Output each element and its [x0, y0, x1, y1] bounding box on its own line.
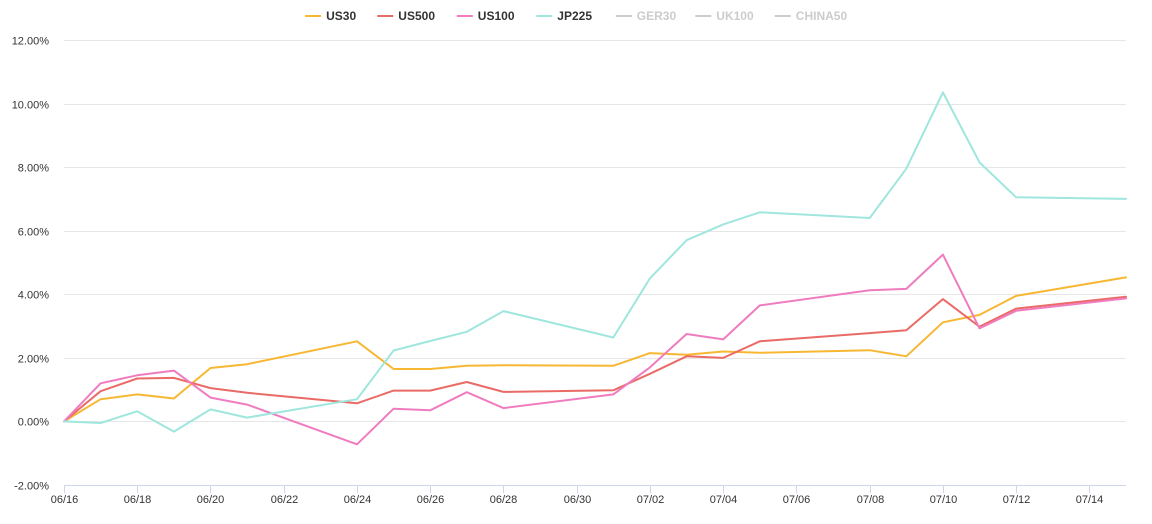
series-line-us100[interactable]	[63, 253, 1127, 446]
x-tick-label: 06/22	[271, 494, 299, 506]
legend-label: JP225	[557, 9, 592, 23]
x-tick-label: 07/04	[710, 494, 738, 506]
legend: US30 US500 US100 JP225 GER30 UK100 CHINA50	[305, 9, 847, 23]
legend-item-ger30[interactable]: GER30	[615, 9, 677, 23]
grid-lines	[64, 40, 1126, 486]
legend-item-us500[interactable]: US500	[377, 9, 435, 23]
legend-item-us100[interactable]: US100	[456, 9, 515, 23]
legend-label: UK100	[716, 9, 754, 23]
legend-label: US500	[398, 9, 435, 23]
x-tick-label: 06/16	[51, 494, 79, 506]
y-tick-label: 6.00%	[18, 227, 49, 239]
x-tick-label: 07/02	[637, 494, 665, 506]
y-axis: -2.00% 0.00% 2.00% 4.00% 6.00% 8.00% 10.00% 12.…	[12, 36, 50, 493]
y-tick-label: 10.00%	[12, 100, 50, 112]
legend-item-china50[interactable]: CHINA50	[774, 9, 848, 23]
legend-label: US30	[326, 9, 356, 23]
x-tick-label: 06/26	[417, 494, 445, 506]
y-tick-label: 8.00%	[18, 163, 49, 175]
x-tick-label: 06/28	[490, 494, 518, 506]
legend-item-jp225[interactable]: JP225	[536, 9, 592, 23]
x-tick-label: 06/18	[124, 494, 152, 506]
x-axis: 06/16 06/18 06/20 06/22 06/24 06/26 06/28 06/30…	[51, 485, 1126, 506]
x-tick-label: 07/10	[930, 494, 958, 506]
series-line-us500[interactable]	[63, 295, 1127, 423]
series-lines	[63, 91, 1127, 446]
x-tick-label: 07/06	[783, 494, 811, 506]
y-tick-label: 0.00%	[18, 417, 49, 429]
legend-label: CHINA50	[796, 9, 848, 23]
legend-label: GER30	[637, 9, 677, 23]
series-line-jp225[interactable]	[63, 91, 1127, 433]
legend-item-us30[interactable]: US30	[305, 9, 356, 23]
x-tick-label: 06/24	[344, 494, 372, 506]
y-tick-label: 2.00%	[18, 354, 49, 366]
x-tick-label: 06/30	[564, 494, 592, 506]
chart-container: US30 US500 US100 JP225 GER30 UK100 CHINA50 06/…	[0, 0, 1152, 519]
x-tick-label: 07/08	[857, 494, 885, 506]
y-tick-label: -2.00%	[14, 481, 49, 493]
line-chart: US30 US500 US100 JP225 GER30 UK100 CHINA50 06/…	[12, 9, 1127, 506]
y-tick-label: 12.00%	[12, 36, 50, 48]
y-tick-label: 4.00%	[18, 290, 49, 302]
x-tick-label: 07/12	[1003, 494, 1031, 506]
legend-item-uk100[interactable]: UK100	[695, 9, 754, 23]
legend-label: US100	[478, 9, 515, 23]
x-tick-label: 07/14	[1076, 494, 1104, 506]
x-tick-label: 06/20	[197, 494, 225, 506]
